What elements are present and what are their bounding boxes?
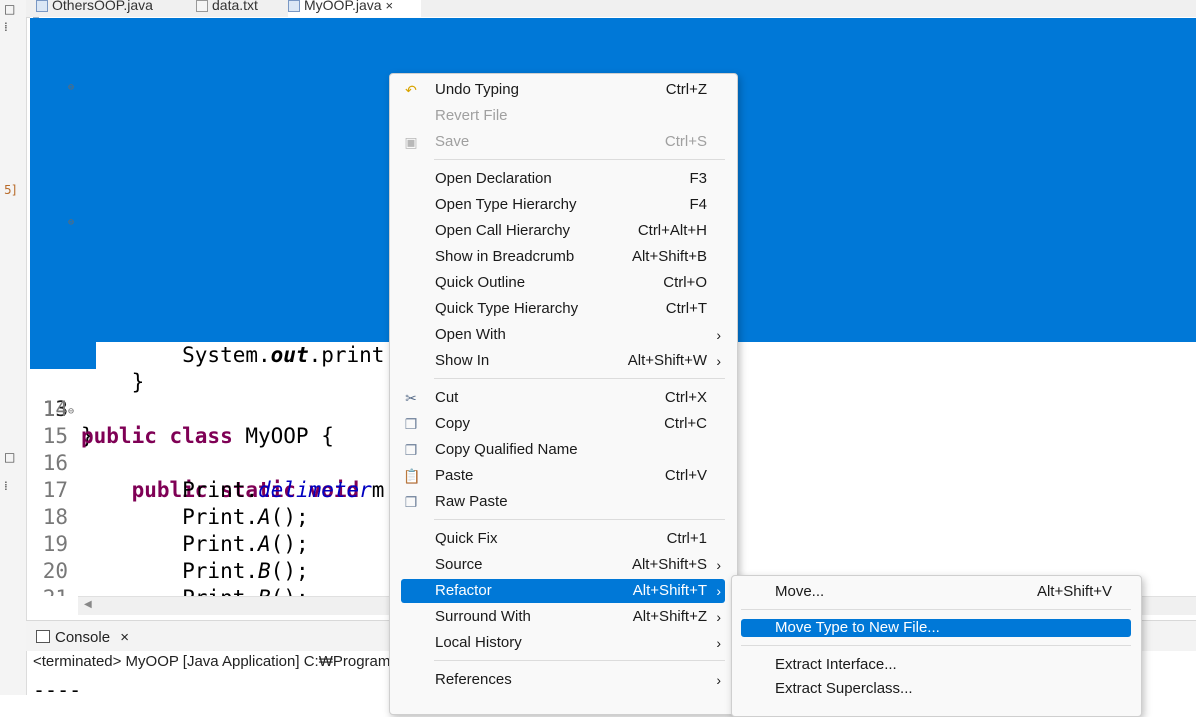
drag-handle-icon[interactable]: ⁞ [4, 20, 8, 34]
menu-item-quick-type-hierarchy[interactable]: Quick Type Hierarchy Ctrl+T [401, 297, 725, 321]
submenu-item-move[interactable]: Move... Alt+Shift+V [741, 583, 1131, 601]
menu-item-open-call-hierarchy[interactable]: Open Call Hierarchy Ctrl+Alt+H [401, 219, 725, 243]
save-icon: ▣ [404, 134, 418, 150]
code-line[interactable]: 1 class Print { [30, 18, 1196, 97]
raw-paste-icon: ❐ [404, 494, 418, 510]
close-icon[interactable]: × [386, 0, 394, 13]
tab-data-txt[interactable]: data.txt [196, 0, 296, 17]
selection-tail [30, 342, 96, 369]
menu-item-open-type-hierarchy[interactable]: Open Type Hierarchy F4 [401, 193, 725, 217]
java-file-icon [288, 0, 300, 12]
clipboard-icon: 📋 [403, 468, 421, 484]
menu-item-quick-outline[interactable]: Quick Outline Ctrl+O [401, 271, 725, 295]
scroll-left-icon[interactable]: ◀ [84, 599, 92, 610]
menu-separator [434, 159, 725, 160]
menu-item-open-with[interactable]: Open With › [401, 323, 725, 347]
menu-item-raw-paste[interactable]: ❐ Raw Paste [401, 490, 725, 514]
restore-icon[interactable]: □ [4, 450, 15, 464]
close-icon[interactable]: × [120, 629, 129, 646]
left-panel-strip: □ ⁞ 5] □ ⁞ [0, 0, 27, 695]
menu-item-surround-with[interactable]: Surround With Alt+Shift+Z › [401, 605, 725, 629]
menu-item-revert-file[interactable]: Revert File [401, 104, 725, 128]
console-icon [36, 630, 50, 643]
menu-item-paste[interactable]: 📋 Paste Ctrl+V [401, 464, 725, 488]
chevron-right-icon: › [716, 635, 721, 651]
chevron-right-icon: › [716, 557, 721, 573]
menu-item-undo-typing[interactable]: ↶ Undo Typing Ctrl+Z [401, 78, 725, 102]
chevron-right-icon: › [716, 609, 721, 625]
menu-item-copy-qualified-name[interactable]: ❐ Copy Qualified Name [401, 438, 725, 462]
submenu-item-extract-interface[interactable]: Extract Interface... [741, 656, 1131, 674]
scissors-icon: ✂ [405, 390, 417, 406]
menu-item-cut[interactable]: ✂ Cut Ctrl+X [401, 386, 725, 410]
java-file-icon [36, 0, 48, 12]
drag-handle-icon[interactable]: ⁞ [4, 479, 8, 493]
submenu-item-extract-superclass[interactable]: Extract Superclass... [741, 680, 1131, 698]
text-file-icon [196, 0, 208, 12]
menu-separator [434, 378, 725, 379]
chevron-right-icon: › [716, 672, 721, 688]
minimize-icon[interactable]: □ [4, 2, 15, 16]
chevron-right-icon: › [716, 327, 721, 343]
menu-item-refactor[interactable]: Refactor Alt+Shift+T › [401, 579, 725, 603]
menu-item-open-declaration[interactable]: Open Declaration F3 [401, 167, 725, 191]
submenu-item-move-type-to-new-file[interactable]: Move Type to New File... [741, 619, 1131, 637]
console-output: ---- [33, 678, 82, 702]
fold-icon[interactable]: ⊖ [68, 209, 74, 236]
fold-icon[interactable]: ⊖ [68, 74, 74, 101]
copy-icon: ❐ [404, 416, 418, 432]
menu-item-copy[interactable]: ❐ Copy Ctrl+C [401, 412, 725, 436]
chevron-right-icon: › [716, 353, 721, 369]
fold-icon[interactable]: ⊖ [68, 398, 74, 425]
menu-item-source[interactable]: Source Alt+Shift+S › [401, 553, 725, 577]
menu-separator [434, 660, 725, 661]
left-strip-marker: 5] [4, 183, 17, 197]
editor-tab-bar: OthersOOP.java data.txt MyOOP.java × [26, 0, 1196, 18]
menu-item-save[interactable]: ▣ Save Ctrl+S [401, 130, 725, 154]
console-status: <terminated> MyOOP [Java Application] C:… [33, 653, 391, 670]
context-menu: ↶ Undo Typing Ctrl+Z Revert File ▣ Save … [389, 73, 738, 715]
chevron-right-icon: › [716, 583, 721, 599]
copy-icon: ❐ [404, 442, 418, 458]
menu-separator [741, 645, 1131, 646]
menu-item-show-in[interactable]: Show In Alt+Shift+W › [401, 349, 725, 373]
tab-myoop[interactable]: MyOOP.java × [288, 0, 421, 17]
menu-separator [741, 609, 1131, 610]
code-line[interactable]: 2 public static String delimeter = ""; [30, 45, 1196, 124]
refactor-submenu: Move... Alt+Shift+V Move Type to New Fil… [731, 575, 1142, 717]
menu-item-show-in-breadcrumb[interactable]: Show in Breadcrumb Alt+Shift+B [401, 245, 725, 269]
menu-item-quick-fix[interactable]: Quick Fix Ctrl+1 [401, 527, 725, 551]
menu-separator [434, 519, 725, 520]
menu-item-references[interactable]: References › [401, 668, 725, 692]
undo-icon: ↶ [405, 82, 417, 98]
tab-othersoop[interactable]: OthersOOP.java [36, 0, 188, 17]
tab-console[interactable]: Console × [36, 629, 129, 646]
menu-item-local-history[interactable]: Local History › [401, 631, 725, 655]
